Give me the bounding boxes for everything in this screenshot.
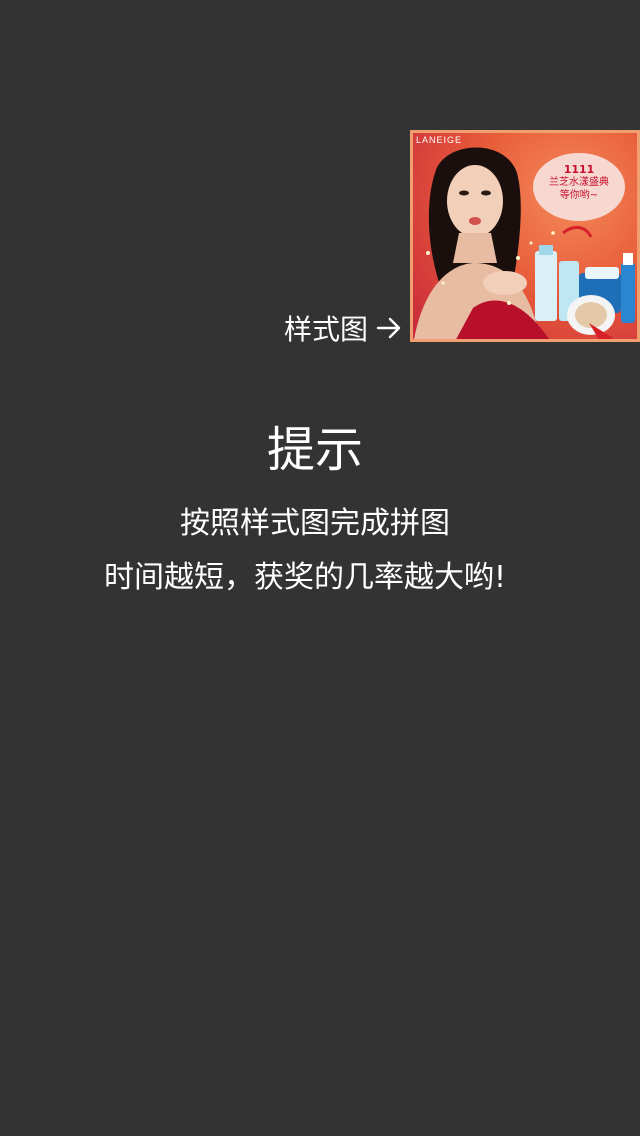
arrow-right-icon [376, 317, 401, 339]
promo-event-label: 1111 [563, 163, 595, 176]
promo-line-1: 兰芝水漾盛典 [549, 177, 609, 188]
hint-reward-note: 时间越短，获奖的几率越大哟! [103, 560, 507, 595]
sample-label: 样式图 [284, 313, 369, 346]
sample-image: LANEIGE 1111 兰芝水漾盛典 等你哟~ [410, 130, 640, 342]
hint-instruction: 按照样式图完成拼图 [180, 506, 450, 541]
hint-title: 提示 [266, 422, 363, 478]
promo-badge: 1111 兰芝水漾盛典 等你哟~ [533, 153, 625, 221]
promo-line-2: 等你哟~ [559, 190, 599, 201]
sample-label-row: 样式图 [284, 308, 402, 348]
brand-logo: LANEIGE [416, 135, 463, 145]
